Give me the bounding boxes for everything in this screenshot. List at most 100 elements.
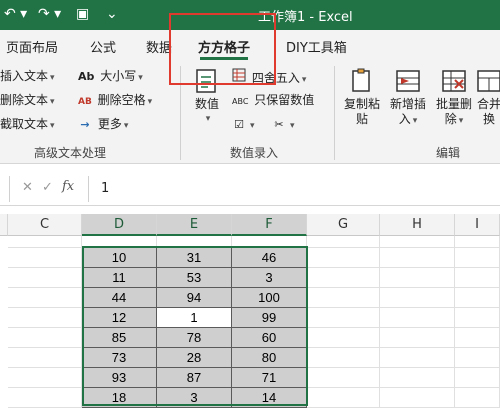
empty-cell[interactable] — [455, 248, 500, 268]
table-cell[interactable]: 78 — [157, 328, 232, 348]
tab-fangfang-gezi[interactable]: 方方格子 — [198, 37, 250, 56]
confirm-icon[interactable]: ✓ — [42, 180, 53, 195]
redo-icon[interactable]: ↷ ▾ — [38, 5, 61, 23]
empty-cell[interactable] — [8, 368, 82, 388]
checkbox-edit-button[interactable]: ☑ ▾ — [232, 116, 254, 134]
empty-cell[interactable] — [380, 288, 455, 308]
empty-cell[interactable] — [8, 388, 82, 408]
cancel-icon[interactable]: ✕ — [22, 180, 33, 195]
empty-cell[interactable] — [380, 368, 455, 388]
table-cell[interactable]: 28 — [157, 348, 232, 368]
empty-cell[interactable] — [8, 348, 82, 368]
empty-cell[interactable] — [307, 248, 380, 268]
empty-cell[interactable] — [307, 348, 380, 368]
empty-cell[interactable] — [455, 348, 500, 368]
empty-cell[interactable] — [380, 268, 455, 288]
empty-cell[interactable] — [307, 328, 380, 348]
numeric-button[interactable]: 数值 ▾ — [190, 68, 224, 127]
tab-data[interactable]: 数据 — [146, 37, 172, 56]
table-cell[interactable]: 44 — [82, 288, 157, 308]
insert-rows-button[interactable]: 新增插 入 ▾ — [386, 68, 430, 129]
table-cell[interactable]: 14 — [232, 388, 307, 408]
name-box[interactable] — [0, 176, 10, 202]
table-cell[interactable]: 94 — [157, 288, 232, 308]
empty-cell[interactable] — [380, 328, 455, 348]
batch-delete-button[interactable]: 批量删 除 ▾ — [432, 68, 476, 129]
table-cell[interactable]: 3 — [157, 388, 232, 408]
tab-page-layout[interactable]: 页面布局 — [6, 37, 58, 56]
table-cell[interactable]: 93 — [82, 368, 157, 388]
more-button[interactable]: → 更多 ▾ — [78, 116, 128, 134]
empty-cell[interactable] — [380, 236, 455, 248]
table-cell[interactable]: 1 — [157, 308, 232, 328]
insert-text-button[interactable]: 插入文本 ▾ — [0, 68, 55, 86]
table-cell[interactable]: 71 — [232, 368, 307, 388]
table-cell[interactable]: 60 — [232, 328, 307, 348]
empty-cell[interactable] — [157, 236, 232, 248]
empty-cell[interactable] — [307, 308, 380, 328]
empty-cell[interactable] — [307, 288, 380, 308]
customize-qat-icon[interactable]: ⌄ — [106, 5, 118, 23]
table-cell[interactable]: 100 — [232, 288, 307, 308]
row-header-corner[interactable] — [0, 214, 8, 236]
table-cell[interactable]: 31 — [157, 248, 232, 268]
empty-cell[interactable] — [455, 236, 500, 248]
case-button[interactable]: Ab 大小写 ▾ — [78, 68, 143, 86]
table-cell[interactable]: 18 — [82, 388, 157, 408]
table-cell[interactable]: 85 — [82, 328, 157, 348]
empty-cell[interactable] — [380, 348, 455, 368]
table-cell[interactable]: 73 — [82, 348, 157, 368]
column-header-d[interactable]: D — [82, 214, 157, 236]
column-header-e[interactable]: E — [157, 214, 232, 236]
tab-diy-toolbox[interactable]: DIY工具箱 — [286, 37, 347, 56]
table-cell[interactable]: 10 — [82, 248, 157, 268]
empty-cell[interactable] — [455, 268, 500, 288]
empty-cell[interactable] — [455, 388, 500, 408]
empty-cell[interactable] — [380, 388, 455, 408]
empty-cell[interactable] — [8, 248, 82, 268]
copy-paste-button[interactable]: 复制粘 贴 — [340, 68, 384, 127]
table-cell[interactable]: 46 — [232, 248, 307, 268]
column-header-g[interactable]: G — [307, 214, 380, 236]
print-preview-icon[interactable]: ▣ — [76, 5, 89, 23]
undo-icon[interactable]: ↶ ▾ — [4, 5, 27, 23]
empty-cell[interactable] — [455, 288, 500, 308]
empty-cell[interactable] — [8, 328, 82, 348]
column-header-c[interactable]: C — [8, 214, 82, 236]
empty-cell[interactable] — [307, 368, 380, 388]
empty-cell[interactable] — [380, 248, 455, 268]
table-cell[interactable]: 11 — [82, 268, 157, 288]
round-button[interactable]: 四舍五入 ▾ — [232, 68, 306, 88]
empty-cell[interactable] — [8, 268, 82, 288]
keep-values-button[interactable]: ABC 只保留数值 — [232, 92, 314, 110]
column-header-i[interactable]: I — [455, 214, 500, 236]
delete-text-button[interactable]: 删除文本 ▾ — [0, 92, 55, 110]
merge-button[interactable]: 合并 换 — [474, 68, 500, 127]
formula-input[interactable]: 1 — [88, 176, 500, 202]
extract-text-button[interactable]: 截取文本 ▾ — [0, 116, 55, 134]
table-cell[interactable]: 99 — [232, 308, 307, 328]
empty-cell[interactable] — [307, 388, 380, 408]
column-header-h[interactable]: H — [380, 214, 455, 236]
empty-cell[interactable] — [82, 236, 157, 248]
tab-formulas[interactable]: 公式 — [90, 37, 116, 56]
table-cell[interactable]: 87 — [157, 368, 232, 388]
empty-cell[interactable] — [8, 236, 82, 248]
table-cell[interactable]: 12 — [82, 308, 157, 328]
table-cell[interactable]: 53 — [157, 268, 232, 288]
empty-cell[interactable] — [232, 236, 307, 248]
empty-cell[interactable] — [455, 368, 500, 388]
empty-cell[interactable] — [8, 288, 82, 308]
table-cell[interactable]: 3 — [232, 268, 307, 288]
empty-cell[interactable] — [380, 308, 455, 328]
insert-function-icon[interactable]: fx — [62, 179, 74, 194]
remove-spaces-button[interactable]: AB 删除空格 ▾ — [78, 92, 152, 110]
empty-cell[interactable] — [307, 236, 380, 248]
tools-button[interactable]: ✂ ▾ — [272, 116, 294, 134]
empty-cell[interactable] — [8, 308, 82, 328]
column-header-f[interactable]: F — [232, 214, 307, 236]
empty-cell[interactable] — [455, 308, 500, 328]
empty-cell[interactable] — [307, 268, 380, 288]
table-cell[interactable]: 80 — [232, 348, 307, 368]
empty-cell[interactable] — [455, 328, 500, 348]
